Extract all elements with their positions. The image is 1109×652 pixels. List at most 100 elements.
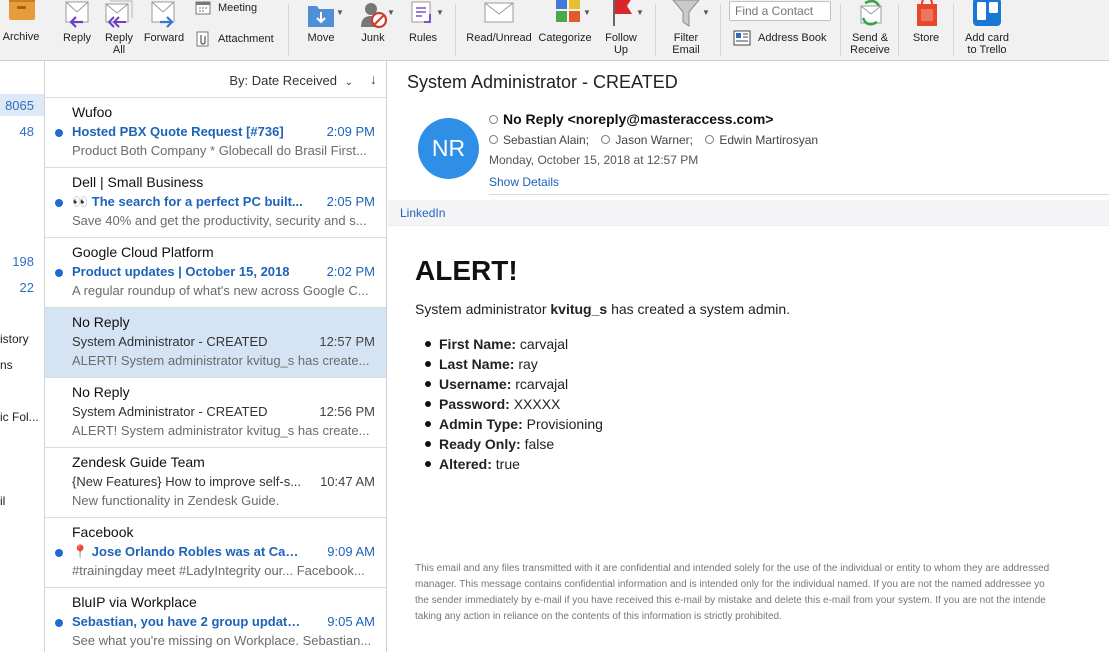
junk-chevron-down-icon[interactable]: ▼	[387, 8, 395, 17]
paperclip-icon	[196, 31, 209, 47]
folder-unread-count[interactable]: 8065	[5, 98, 34, 113]
move-chevron-down-icon[interactable]: ▼	[336, 8, 344, 17]
header-divider	[489, 194, 1109, 195]
field-value: carvajal	[516, 336, 569, 352]
store-label: Store	[912, 32, 940, 44]
list-item-selected[interactable]: No Reply System Administrator - CREATED …	[45, 308, 386, 378]
read-unread-label: Read/Unread	[466, 32, 532, 44]
list-item[interactable]: Dell | Small Business 👀 The search for a…	[45, 168, 386, 238]
folder-item-public-folders[interactable]: ic Fol...	[0, 410, 39, 424]
send-receive-button[interactable]: Send & Receive	[845, 0, 895, 56]
categorize-chevron-down-icon[interactable]: ▼	[583, 8, 591, 17]
categorize-button[interactable]: Categorize	[535, 0, 595, 44]
recipient-item[interactable]: Jason Warner;	[601, 133, 693, 147]
list-item[interactable]: Zendesk Guide Team {New Features} How to…	[45, 448, 386, 518]
address-book-button[interactable]: Address Book	[733, 30, 826, 46]
categorize-label: Categorize	[538, 32, 592, 44]
email-body-intro: System administrator kvitug_s has create…	[415, 301, 790, 317]
field-label: First Name:	[439, 336, 517, 352]
forward-button[interactable]: Forward	[141, 0, 187, 44]
reading-pane: System Administrator - CREATED NR No Rep…	[388, 61, 1109, 652]
message-preview: New functionality in Zendesk Guide.	[72, 493, 280, 508]
linkedin-link[interactable]: LinkedIn	[400, 206, 445, 220]
rules-label: Rules	[408, 32, 438, 44]
field-label: Username:	[439, 376, 512, 392]
message-sender: Zendesk Guide Team	[72, 454, 205, 470]
folder-unread-count[interactable]: 198	[12, 254, 34, 269]
follow-up-chevron-down-icon[interactable]: ▼	[636, 8, 644, 17]
field-ready-only: Ready Only: false	[425, 434, 603, 454]
folder-item-history[interactable]: istory	[0, 332, 29, 346]
email-disclaimer: This email and any files transmitted wit…	[415, 561, 1109, 625]
filter-email-label-1: Filter	[673, 32, 699, 44]
presence-status-icon	[601, 135, 611, 144]
reply-all-button[interactable]: Reply All	[98, 0, 140, 56]
ribbon-divider	[953, 4, 954, 56]
filter-funnel-icon	[672, 0, 700, 27]
archive-icon	[9, 0, 35, 20]
message-subject: Sebastian, you have 2 group update...	[72, 614, 304, 629]
message-time: 12:56 PM	[319, 404, 375, 419]
move-label: Move	[307, 32, 335, 44]
recipient-item[interactable]: Sebastian Alain;	[489, 133, 589, 147]
recipient-item[interactable]: Edwin Martirosyan	[705, 133, 818, 147]
show-details-link[interactable]: Show Details	[489, 175, 559, 189]
sort-bar: By: Date Received ⌄ ↓	[45, 61, 386, 98]
list-item[interactable]: No Reply System Administrator - CREATED …	[45, 378, 386, 448]
email-recipients: Sebastian Alain; Jason Warner; Edwin Mar…	[489, 133, 827, 147]
calendar-icon	[195, 1, 211, 15]
unread-dot-icon	[55, 199, 63, 207]
field-password: Password: XXXXX	[425, 394, 603, 414]
junk-label: Junk	[361, 32, 385, 44]
disclaimer-line: the sender immediately by e-mail if you …	[415, 595, 1046, 606]
rules-button[interactable]: Rules	[402, 0, 444, 44]
add-card-trello-button[interactable]: Add card to Trello	[960, 0, 1014, 56]
reply-button[interactable]: Reply	[55, 0, 99, 44]
field-admin-type: Admin Type: Provisioning	[425, 414, 603, 434]
unread-dot-icon	[55, 129, 63, 137]
filter-chevron-down-icon[interactable]: ▼	[702, 8, 710, 17]
intro-username: kvitug_s	[550, 301, 608, 317]
reply-all-label-2: All	[112, 44, 126, 56]
ribbon-divider	[720, 4, 721, 56]
email-sender[interactable]: No Reply <noreply@masteraccess.com>	[489, 111, 773, 127]
folder-unread-count[interactable]: 48	[20, 124, 34, 139]
message-subject: System Administrator - CREATED	[72, 334, 268, 349]
folder-unread-count[interactable]: 22	[20, 280, 34, 295]
ribbon-divider	[288, 4, 289, 56]
attachment-button[interactable]: Attachment	[195, 31, 274, 47]
message-preview: ALERT! System administrator kvitug_s has…	[72, 353, 370, 368]
move-folder-icon	[308, 6, 334, 27]
folder-item[interactable]: ns	[0, 358, 13, 372]
list-item[interactable]: Facebook 📍 Jose Orlando Robles was at Ca…	[45, 518, 386, 588]
message-sender: No Reply	[72, 314, 130, 330]
read-unread-button[interactable]: Read/Unread	[464, 0, 534, 44]
junk-button[interactable]: Junk	[352, 0, 394, 44]
unread-dot-icon	[55, 619, 63, 627]
rules-chevron-down-icon[interactable]: ▼	[436, 8, 444, 17]
message-sender: Google Cloud Platform	[72, 244, 214, 260]
ribbon-divider	[840, 4, 841, 56]
message-time: 12:57 PM	[319, 334, 375, 349]
field-value: true	[491, 456, 520, 472]
list-item[interactable]: Google Cloud Platform Product updates | …	[45, 238, 386, 308]
avatar[interactable]: NR	[418, 118, 479, 179]
disclaimer-line: manager. This message contains confident…	[415, 579, 1045, 590]
categorize-icon	[556, 0, 580, 22]
folder-pane: 8065 48 198 22 istory ns ic Fol... il	[0, 61, 45, 652]
store-button[interactable]: Store	[905, 0, 947, 44]
meeting-button[interactable]: Meeting	[195, 1, 257, 15]
field-value: rcarvajal	[511, 376, 569, 392]
archive-button[interactable]: Archive	[0, 0, 42, 43]
reply-icon	[65, 1, 89, 28]
find-contact-input[interactable]	[729, 1, 831, 21]
message-sender: Wufoo	[72, 104, 113, 120]
message-time: 10:47 AM	[320, 474, 375, 489]
sort-direction-arrow-icon[interactable]: ↓	[370, 71, 377, 87]
presence-status-icon	[489, 135, 498, 144]
list-item[interactable]: Wufoo Hosted PBX Quote Request [#736] 2:…	[45, 98, 386, 168]
move-button[interactable]: Move	[300, 0, 342, 44]
sort-by-button[interactable]: By: Date Received ⌄	[229, 73, 353, 88]
folder-item[interactable]: il	[0, 494, 5, 508]
list-item[interactable]: BluIP via Workplace Sebastian, you have …	[45, 588, 386, 652]
